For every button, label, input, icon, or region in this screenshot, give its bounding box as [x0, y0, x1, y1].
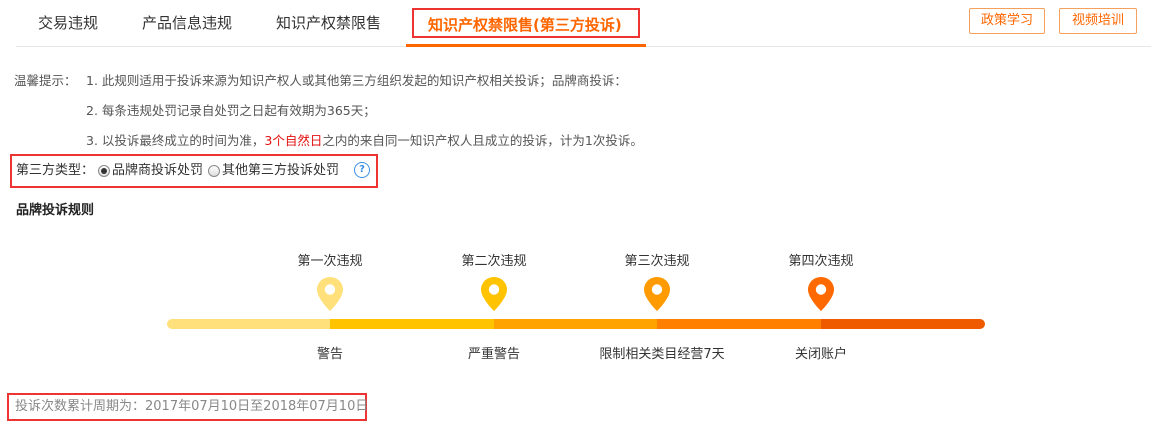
active-tab-indicator [406, 44, 646, 47]
timeline-bar-segment-5 [821, 319, 985, 329]
option-brand-complaint-label[interactable]: 品牌商投诉处罚 [112, 156, 203, 186]
section-title: 品牌投诉规则 [16, 203, 95, 218]
option-other-third-party-label[interactable]: 其他第三方投诉处罚 [222, 156, 339, 186]
timeline-bar-segment-1 [167, 319, 330, 329]
video-training-button[interactable]: 视频培训 [1059, 8, 1137, 34]
step-penalty-4: 关闭账户 [794, 347, 847, 362]
tip-line-2: 2. 每条违规处罚记录自处罚之日起有效期为365天； [86, 103, 376, 118]
complaint-period: 投诉次数累计周期为：2017年07月10日至2018年07月10日 [7, 393, 368, 421]
tab-ip-third-party[interactable]: 知识产权禁限售(第三方投诉) [412, 8, 640, 38]
tab-bar: 交易违规 产品信息违规 知识产权禁限售 知识产权禁限售(第三方投诉) 政策学习 … [0, 0, 1160, 48]
help-icon[interactable]: ? [354, 162, 370, 178]
location-pin-icon-3 [644, 277, 670, 311]
tip-line-3: 3. 以投诉最终成立的时间为准，3个自然日之内的来自同一知识产权人且成立的投诉，… [86, 126, 643, 156]
violation-timeline: 第一次违规 第二次违规 第三次违规 第四次违规 警告 严重警告 限制相关类目经营… [0, 0, 1160, 426]
third-party-type-label: 第三方类型： [16, 163, 95, 178]
third-party-type-selector: 第三方类型： 品牌商投诉处罚 其他第三方投诉处罚 ? [10, 154, 378, 188]
step-penalty-1: 警告 [316, 347, 343, 362]
tips-label: 温馨提示： [14, 73, 77, 88]
timeline-bar-segment-3 [494, 319, 657, 329]
step-title-4: 第四次违规 [788, 254, 854, 269]
policy-study-button[interactable]: 政策学习 [969, 8, 1045, 34]
step-title-2: 第二次违规 [461, 254, 527, 269]
step-penalty-3: 限制相关类目经营7天 [599, 347, 725, 362]
timeline-bar-segment-4 [657, 319, 821, 329]
radio-brand-complaint[interactable] [98, 165, 110, 177]
step-title-1: 第一次违规 [297, 254, 363, 269]
step-title-3: 第三次违规 [624, 254, 690, 269]
location-pin-icon-2 [481, 277, 507, 311]
tab-ip-restriction[interactable]: 知识产权禁限售 [276, 0, 381, 46]
tip-line-3-highlight: 3个自然日 [264, 133, 323, 148]
tip-line-1: 1. 此规则适用于投诉来源为知识产权人或其他第三方组织发起的知识产权相关投诉；品… [86, 73, 627, 88]
radio-other-third-party[interactable] [208, 165, 220, 177]
step-penalty-2: 严重警告 [467, 347, 520, 362]
tip-line-3-prefix: 3. 以投诉最终成立的时间为准， [86, 133, 265, 148]
tab-product-info-violation[interactable]: 产品信息违规 [142, 0, 232, 46]
location-pin-icon-1 [317, 277, 343, 311]
tip-line-3-suffix: 之内的来自同一知识产权人且成立的投诉，计为1次投诉。 [322, 133, 643, 148]
tab-trade-violation[interactable]: 交易违规 [38, 0, 98, 46]
timeline-bar-segment-2 [330, 319, 494, 329]
location-pin-icon-4 [808, 277, 834, 311]
